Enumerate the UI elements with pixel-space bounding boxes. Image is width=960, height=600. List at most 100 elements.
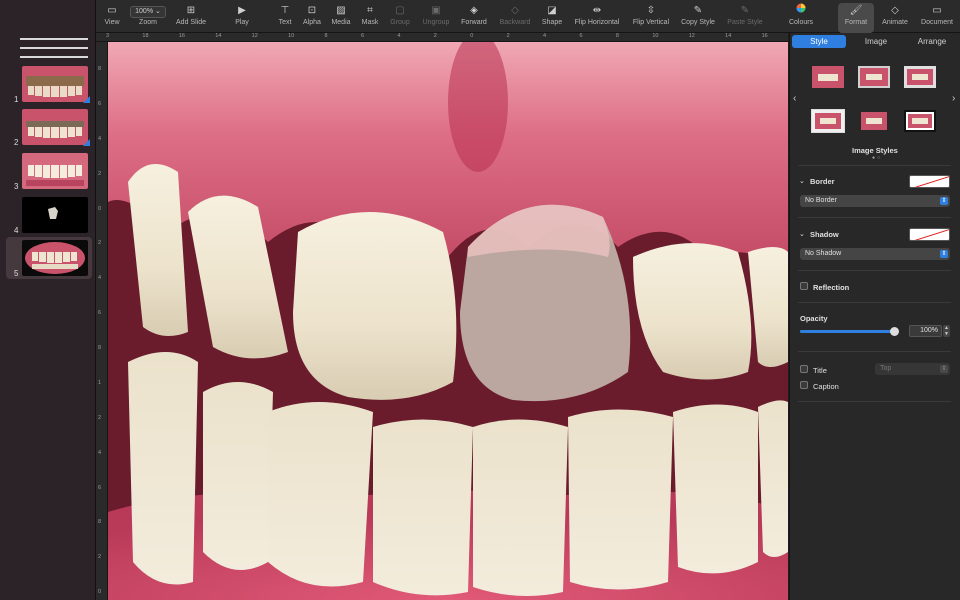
mask-label: Mask [361, 19, 379, 26]
play-button[interactable]: ▶ Play [232, 3, 252, 33]
mask-button[interactable]: ⌗ Mask [359, 3, 381, 33]
image-style-2[interactable] [858, 66, 890, 88]
view-button[interactable]: ▭ View [102, 3, 122, 33]
paste-style-label: Paste Style [727, 19, 763, 26]
opacity-slider-knob[interactable] [890, 327, 899, 336]
play-label: Play [235, 19, 249, 26]
ruler-tick-label: 2 [506, 33, 510, 39]
slide-flag-icon [83, 96, 90, 103]
copy-style-label: Copy Style [681, 19, 715, 26]
flip-horizontal-button[interactable]: ⇹ Flip Horizontal [571, 3, 623, 33]
flip-vertical-label: Flip Vertical [632, 19, 670, 26]
alpha-button[interactable]: ⊡ Alpha [301, 3, 323, 33]
paste-brush-icon: ✎ [740, 5, 750, 16]
copy-style-button[interactable]: ✎ Copy Style [679, 3, 717, 33]
border-colour-swatch[interactable] [909, 175, 950, 188]
image-style-4[interactable] [811, 109, 845, 133]
tab-arrange[interactable]: Arrange [905, 35, 959, 48]
colour-wheel-icon [786, 3, 816, 18]
image-styles-label: Image Styles [852, 146, 898, 155]
opacity-field[interactable]: 100% [909, 325, 942, 337]
ruler-tick-label: 10 [652, 33, 659, 39]
mask-crop-icon: ⌗ [367, 5, 373, 16]
ungroup-button[interactable]: ▣ Ungroup [420, 3, 452, 33]
view-label: View [104, 19, 120, 26]
ruler-tick-label: 2 [433, 33, 437, 39]
zoom-control[interactable]: 100% ⌄ Zoom [128, 3, 168, 33]
shadow-disclosure-icon[interactable]: ⌄ [799, 230, 805, 238]
slide-preview-image [22, 197, 88, 233]
shadow-colour-swatch[interactable] [909, 228, 950, 241]
shadow-style-select[interactable]: No Shadow ⇕ [800, 248, 950, 260]
image-style-3[interactable] [904, 66, 936, 88]
shape-button[interactable]: ◪ Shape [539, 3, 565, 33]
add-slide-button[interactable]: ⊞ Add Slide [172, 3, 210, 33]
ruler-tick-label: 16 [178, 33, 185, 39]
border-disclosure-icon[interactable]: ⌄ [799, 177, 805, 185]
backward-button[interactable]: ◇ Backward [496, 3, 534, 33]
media-button[interactable]: ▨ Media [329, 3, 353, 33]
opacity-stepper[interactable]: ▲ ▼ [943, 325, 950, 337]
colours-label: Colours [788, 19, 814, 26]
ruler-tick-label: 8 [615, 33, 619, 39]
slide-preview-image [22, 109, 88, 145]
opacity-slider[interactable] [800, 327, 899, 336]
shadow-style-value: No Shadow [805, 250, 842, 257]
image-style-6[interactable] [904, 110, 936, 132]
colours-button[interactable]: Colours [786, 3, 816, 33]
ruler-tick-label: 6 [579, 33, 583, 39]
backward-label: Backward [499, 19, 531, 26]
ruler-tick-label: 6 [98, 484, 102, 491]
ruler-tick-label: 18 [142, 33, 149, 39]
slide-number: 2 [14, 138, 19, 147]
slide-canvas[interactable] [108, 42, 788, 600]
caption-label: Caption [813, 382, 839, 391]
navigator-menu-icon[interactable] [20, 38, 88, 58]
title-position-select[interactable]: Top ⇕ [875, 363, 950, 375]
slide-thumbnail-5[interactable]: 5 [6, 237, 92, 279]
slide-thumbnail-1[interactable]: 1 [6, 63, 92, 105]
tab-style[interactable]: Style [792, 35, 846, 48]
teeth-photo[interactable] [108, 42, 788, 600]
title-checkbox[interactable] [800, 365, 808, 373]
styles-next-icon[interactable]: › [952, 93, 955, 104]
slide-navigator: 1 2 3 4 5 [0, 0, 96, 600]
group-button[interactable]: ▢ Group [388, 3, 412, 33]
styles-previous-icon[interactable]: ‹ [793, 93, 796, 104]
zoom-select[interactable]: 100% ⌄ [130, 6, 166, 18]
title-label: Title [813, 366, 827, 375]
animate-button[interactable]: ◇ Animate [880, 3, 910, 33]
shadow-label: Shadow [810, 230, 839, 239]
slide-thumbnail-2[interactable]: 2 [6, 106, 92, 148]
text-box-icon: ⊤ [280, 5, 290, 16]
page-dots[interactable]: ●○ [872, 155, 882, 161]
slide-number: 5 [14, 269, 19, 278]
caption-checkbox[interactable] [800, 381, 808, 389]
format-brush-icon: 🖌 [849, 5, 863, 16]
text-label: Text [278, 19, 292, 26]
paste-style-button[interactable]: ✎ Paste Style [725, 3, 765, 33]
slide-thumbnail-4[interactable]: 4 [6, 194, 92, 236]
opacity-slider-fill [800, 330, 895, 333]
instant-alpha-icon: ⊡ [307, 5, 317, 16]
image-style-1[interactable] [812, 66, 844, 88]
image-style-5[interactable] [858, 110, 890, 132]
document-button[interactable]: ▭ Document [918, 3, 956, 33]
reflection-checkbox[interactable] [800, 282, 808, 290]
flip-vertical-icon: ⇳ [646, 5, 656, 16]
border-style-select[interactable]: No Border ⇕ [800, 195, 950, 207]
slide-thumbnail-3[interactable]: 3 [6, 150, 92, 192]
add-slide-icon: ⊞ [186, 5, 196, 16]
tab-image[interactable]: Image [849, 35, 903, 48]
ruler-tick-label: 2 [98, 554, 102, 561]
flip-vertical-button[interactable]: ⇳ Flip Vertical [630, 3, 672, 33]
flip-horizontal-label: Flip Horizontal [574, 19, 620, 26]
sidebar-view-icon: ▭ [107, 5, 117, 16]
ruler-tick-label: 4 [98, 275, 102, 282]
opacity-label: Opacity [800, 314, 828, 323]
forward-button[interactable]: ◈ Forward [458, 3, 490, 33]
brush-icon: ✎ [693, 5, 703, 16]
format-button[interactable]: 🖌 Format [838, 3, 874, 33]
text-button[interactable]: ⊤ Text [274, 3, 296, 33]
ruler-tick-label: 4 [397, 33, 401, 39]
